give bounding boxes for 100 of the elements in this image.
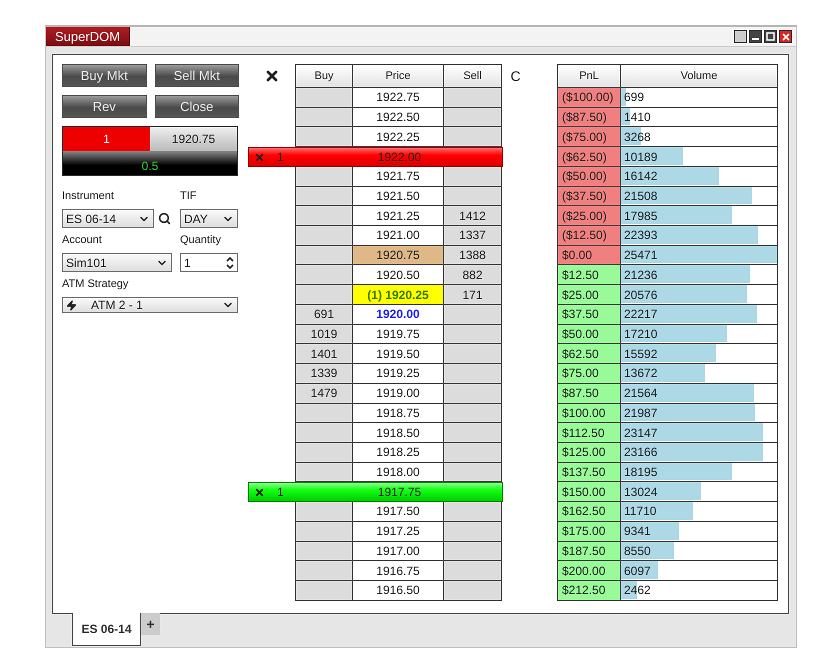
sell-cell[interactable] xyxy=(444,364,502,384)
center-label[interactable]: C xyxy=(510,68,521,84)
price-cell[interactable]: 1921.25 xyxy=(353,206,444,226)
sell-cell[interactable]: 171 xyxy=(444,285,502,305)
sell-cell[interactable] xyxy=(444,462,502,482)
price-cell[interactable]: 1922.50 xyxy=(353,108,444,128)
sell-cell[interactable] xyxy=(444,127,502,148)
buy-cell[interactable] xyxy=(295,542,353,562)
buy-cell[interactable]: 1479 xyxy=(295,384,353,404)
price-cell[interactable]: 1919.50 xyxy=(353,344,444,364)
price-cell[interactable]: 1920.00 xyxy=(353,304,444,325)
price-cell[interactable]: 1918.50 xyxy=(353,423,444,443)
price-cell[interactable]: 1921.75 xyxy=(353,166,444,187)
buy-cell[interactable] xyxy=(295,462,353,482)
maximize-button[interactable] xyxy=(764,30,777,43)
buy-cell[interactable]: 1339 xyxy=(295,364,353,384)
buy-cell[interactable] xyxy=(295,423,353,443)
order-button[interactable]: Close xyxy=(154,95,239,118)
price-cell[interactable]: (1) 1920.25 xyxy=(353,285,444,305)
spinner-arrows-icon[interactable] xyxy=(226,256,234,270)
price-cell[interactable]: 1920.50 xyxy=(353,265,444,286)
price-cell[interactable]: 1917.00 xyxy=(353,542,444,562)
sell-cell[interactable] xyxy=(444,502,502,522)
search-icon[interactable] xyxy=(158,212,171,225)
sell-cell[interactable] xyxy=(444,344,502,364)
sell-cell[interactable] xyxy=(444,166,502,187)
price-cell[interactable]: 1916.50 xyxy=(353,580,444,601)
sell-cell[interactable]: 1412 xyxy=(444,206,502,226)
sell-cell[interactable] xyxy=(444,108,502,128)
instrument-tab[interactable]: ES 06-14 xyxy=(72,613,141,646)
pnl-cell: ($75.00) xyxy=(557,127,621,148)
buy-cell[interactable] xyxy=(295,88,353,108)
dropdown[interactable]: ES 06-14 xyxy=(62,209,154,228)
buy-cell[interactable] xyxy=(295,502,353,522)
buy-cell[interactable] xyxy=(295,561,353,581)
dropdown[interactable]: DAY xyxy=(180,209,238,228)
volume-cell: 11710 xyxy=(621,502,778,522)
sell-cell[interactable] xyxy=(444,561,502,581)
minimize-button[interactable] xyxy=(749,30,762,43)
pnl-cell: $187.50 xyxy=(557,542,621,562)
sell-cell[interactable]: 1388 xyxy=(444,246,502,266)
price-cell[interactable]: 1918.00 xyxy=(353,462,444,482)
sell-cell[interactable] xyxy=(444,324,502,344)
price-cell[interactable]: 1918.75 xyxy=(353,404,444,424)
new-tab-button[interactable]: + xyxy=(141,613,160,635)
order-button[interactable]: Rev xyxy=(62,95,146,118)
price-cell[interactable]: 1918.25 xyxy=(353,442,444,463)
buy-cell[interactable] xyxy=(295,265,353,286)
buy-cell[interactable] xyxy=(295,522,353,542)
buy-cell[interactable] xyxy=(295,285,353,305)
pnl-cell: ($37.50) xyxy=(557,186,621,206)
buy-cell[interactable] xyxy=(295,206,353,226)
price-cell[interactable]: 1919.75 xyxy=(353,324,444,344)
sell-cell[interactable] xyxy=(444,404,502,424)
sell-cell[interactable]: 882 xyxy=(444,265,502,286)
sell-cell[interactable] xyxy=(444,423,502,443)
buy-cell[interactable]: 691 xyxy=(295,304,353,325)
price-cell[interactable]: 1921.50 xyxy=(353,186,444,206)
price-cell[interactable]: 1922.25 xyxy=(353,127,444,148)
price-cell[interactable]: 1919.25 xyxy=(353,364,444,384)
order-bar[interactable]: 1 1917.75 xyxy=(248,482,503,502)
volume-cell: 9341 xyxy=(621,522,778,542)
sell-cell[interactable] xyxy=(444,580,502,601)
sell-cell[interactable] xyxy=(444,542,502,562)
buy-cell[interactable] xyxy=(295,404,353,424)
order-button[interactable]: Buy Mkt xyxy=(62,64,146,87)
sell-cell[interactable] xyxy=(444,88,502,108)
price-cell[interactable]: 1922.75 xyxy=(353,88,444,108)
buy-cell[interactable] xyxy=(295,127,353,148)
buy-cell[interactable] xyxy=(295,108,353,128)
price-cell[interactable]: 1917.25 xyxy=(353,522,444,542)
sell-cell[interactable] xyxy=(444,522,502,542)
window-button[interactable] xyxy=(734,30,747,43)
quantity-spinner[interactable]: 1 xyxy=(180,253,238,272)
buy-cell[interactable] xyxy=(295,246,353,266)
sell-cell[interactable] xyxy=(444,384,502,404)
price-cell[interactable]: 1916.75 xyxy=(353,561,444,581)
sell-cell[interactable] xyxy=(444,442,502,463)
buy-cell[interactable] xyxy=(295,226,353,246)
sell-cell[interactable] xyxy=(444,186,502,206)
price-cell[interactable]: 1921.00 xyxy=(353,226,444,246)
strategy-dropdown[interactable]: ATM 2 - 1 xyxy=(62,297,238,313)
cancel-icon[interactable] xyxy=(254,486,265,498)
buy-cell[interactable] xyxy=(295,580,353,601)
price-cell[interactable]: 1917.50 xyxy=(353,502,444,522)
buy-cell[interactable] xyxy=(295,442,353,463)
volume-cell: 699 xyxy=(621,88,778,108)
buy-cell[interactable]: 1019 xyxy=(295,324,353,344)
buy-cell[interactable] xyxy=(295,166,353,187)
price-cell[interactable]: 1919.00 xyxy=(353,384,444,404)
cancel-all-icon[interactable] xyxy=(264,68,280,84)
dropdown[interactable]: Sim101 xyxy=(62,253,172,272)
sell-cell[interactable] xyxy=(444,304,502,325)
order-bar[interactable]: 1 1922.00 xyxy=(248,147,503,167)
close-button[interactable] xyxy=(779,30,792,43)
order-button[interactable]: Sell Mkt xyxy=(154,64,239,87)
buy-cell[interactable] xyxy=(295,186,353,206)
buy-cell[interactable]: 1401 xyxy=(295,344,353,364)
sell-cell[interactable]: 1337 xyxy=(444,226,502,246)
price-cell[interactable]: 1920.75 xyxy=(353,246,444,266)
